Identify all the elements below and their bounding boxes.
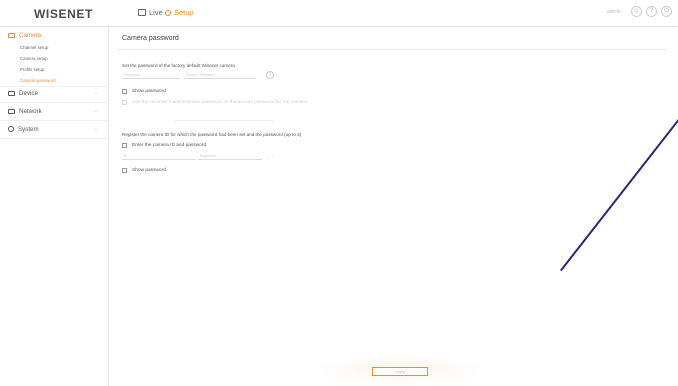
system-icon [8, 126, 14, 132]
monitor-icon [138, 9, 146, 16]
apply-button[interactable]: Apply [372, 367, 428, 376]
title-divider [118, 49, 666, 50]
checkbox-box[interactable] [122, 100, 127, 105]
sidebar-device-label: Device [19, 89, 38, 97]
sidebar-camera-label: Camera [19, 31, 42, 39]
section1-label: Set the password of the factory default … [122, 63, 235, 68]
section-divider [174, 120, 274, 121]
camera-id-field[interactable]: ID [122, 152, 196, 160]
nav-setup-label: Setup [174, 8, 194, 17]
chevron-down-icon: ⌄ [93, 108, 98, 114]
show-password-label-1: Show password [132, 89, 166, 94]
checkbox-box[interactable] [122, 89, 127, 94]
sidebar-network-label: Network [19, 107, 42, 115]
top-bar: WISENET Live Setup admin ☺ ? ⏻ [0, 0, 678, 27]
logout-icon[interactable]: ⏻ [661, 6, 672, 17]
chevron-down-icon: ⌄ [93, 126, 98, 132]
sidebar-divider [0, 138, 108, 139]
count-stepper[interactable]: — + [266, 154, 273, 159]
sidebar-divider [0, 102, 108, 103]
sidebar-divider [0, 120, 108, 121]
sidebar-subitem-camera-password[interactable]: Camera password [20, 78, 56, 83]
enter-id-password-label: Enter the camera ID and password [132, 143, 207, 148]
nav-live-label: Live [149, 8, 163, 17]
sidebar: Camera Channel setup Camera setup Profil… [0, 27, 109, 386]
nav-setup[interactable]: Setup [165, 8, 194, 17]
sidebar-subitem-profile-setup[interactable]: Profile setup [20, 67, 44, 72]
page-title: Camera password [122, 35, 179, 42]
user-icon[interactable]: ☺ [631, 6, 642, 17]
show-password-checkbox-2[interactable]: Show password [122, 168, 166, 173]
sidebar-divider [0, 86, 108, 87]
sidebar-system-label: System [18, 125, 39, 133]
sidebar-item-camera[interactable]: Camera [8, 30, 100, 40]
sidebar-item-system[interactable]: System ⌄ [8, 124, 100, 134]
sidebar-item-network[interactable]: Network ⌄ [8, 106, 100, 116]
chevron-down-icon: ⌄ [93, 90, 98, 96]
camera-menu-icon [8, 32, 15, 38]
show-password-checkbox-1[interactable]: Show password [122, 89, 166, 94]
checkbox-box[interactable] [122, 168, 127, 173]
user-label: admin [607, 9, 621, 15]
checkbox-box[interactable] [122, 143, 127, 148]
sidebar-subitem-camera-setup[interactable]: Camera setup [20, 56, 48, 61]
confirm-password-field[interactable]: Confirm Password [184, 71, 256, 79]
use-recorder-password-checkbox[interactable]: Use the recorder's administrator passwor… [122, 100, 307, 105]
show-password-label-2: Show password [132, 168, 166, 173]
password-field[interactable]: Password [122, 71, 180, 79]
network-icon [8, 108, 15, 114]
enter-id-password-checkbox[interactable]: Enter the camera ID and password [122, 143, 206, 148]
info-icon[interactable]: i [266, 71, 274, 79]
section2-label: Register the camera ID for which the pas… [122, 132, 302, 137]
help-icon[interactable]: ? [646, 6, 657, 17]
use-recorder-password-label: Use the recorder's administrator passwor… [132, 100, 307, 105]
main-content: Camera password Set the password of the … [110, 27, 678, 386]
wisenet-logo: WISENET [34, 7, 93, 21]
camera-password-field[interactable]: Password [198, 152, 262, 160]
sidebar-subitem-channel-setup[interactable]: Channel setup [20, 45, 48, 50]
nav-live[interactable]: Live [138, 8, 163, 17]
sidebar-item-device[interactable]: Device ⌄ [8, 88, 100, 98]
gear-icon [165, 9, 171, 16]
device-icon [8, 90, 15, 96]
